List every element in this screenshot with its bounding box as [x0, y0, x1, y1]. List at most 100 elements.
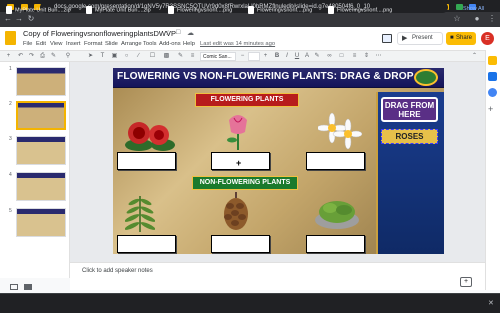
draggable-roses-label[interactable]: ROSES	[381, 129, 438, 144]
tulip-image[interactable]	[225, 112, 251, 150]
slide-thumbnail-5[interactable]	[16, 208, 66, 237]
select-icon[interactable]: ➤	[86, 52, 95, 61]
keep-icon[interactable]	[488, 56, 497, 65]
addons-plus-icon[interactable]: +	[488, 104, 493, 114]
border-weight-icon[interactable]: ≡	[188, 52, 197, 61]
slide-thumbnail-1[interactable]	[16, 67, 66, 96]
drop-box-flowering-1[interactable]	[117, 152, 176, 170]
menu-addons[interactable]: Add-ons	[159, 41, 181, 47]
editing-toolbar: + ↶ ↷ ⎙ ✎ ⚲ ➤ T ▣ ○ ∕ ☐ ▩ ✎ ≡ Comic San.…	[0, 50, 485, 62]
insert-comment-icon[interactable]: □	[337, 52, 346, 61]
download-item[interactable]: MyPlate Unit Bun....zip	[6, 6, 71, 14]
background-icon[interactable]: ▩	[162, 52, 171, 61]
image-icon[interactable]: ▣	[110, 52, 119, 61]
drag-from-here-label[interactable]: DRAG FROM HERE	[381, 97, 438, 122]
explore-icon[interactable]: +	[460, 277, 472, 287]
comments-icon[interactable]	[382, 34, 392, 43]
move-folder-icon[interactable]: □	[176, 29, 180, 36]
reload-icon[interactable]: ↻	[26, 14, 36, 24]
grid-view-icon[interactable]	[10, 284, 18, 290]
zoom-icon[interactable]: ⚲	[62, 52, 74, 61]
border-color-icon[interactable]: ✎	[176, 52, 185, 61]
slide[interactable]: FLOWERING VS NON-FLOWERING PLANTS: DRAG …	[113, 68, 444, 254]
more-icon[interactable]: ⋯	[374, 52, 383, 61]
star-icon[interactable]: ☆	[165, 29, 171, 37]
speaker-notes-placeholder[interactable]: Click to add speaker notes	[82, 268, 153, 274]
line-spacing-icon[interactable]: ⇕	[362, 52, 371, 61]
document-title[interactable]: Copy of FloweringvsnonfloweringplantsDWV…	[23, 29, 176, 38]
menu-edit[interactable]: Edit	[36, 41, 46, 47]
drop-box-nonflowering-1[interactable]	[117, 235, 176, 253]
cloud-status-icon: ☁	[187, 30, 194, 37]
font-size-field[interactable]	[248, 52, 260, 61]
underline-icon[interactable]: U	[293, 52, 301, 61]
collapse-toolbar-icon[interactable]: ⌃	[470, 52, 479, 61]
comment-plus-icon[interactable]: ☐	[148, 52, 157, 61]
italic-icon[interactable]: I	[283, 52, 291, 61]
menu-arrange[interactable]: Arrange	[121, 41, 142, 47]
textbox-icon[interactable]: T	[98, 52, 107, 61]
download-filename: MyPlate Unit Bun....zip	[95, 7, 151, 14]
crosshair-cursor-icon: +	[236, 158, 242, 168]
menu-view[interactable]: View	[50, 41, 62, 47]
decrease-font-icon[interactable]: −	[239, 52, 246, 61]
drop-box-nonflowering-2[interactable]	[211, 235, 270, 253]
slide-title[interactable]: FLOWERING VS NON-FLOWERING PLANTS: DRAG …	[117, 71, 414, 82]
line-icon[interactable]: ∕	[134, 52, 143, 61]
menu-file[interactable]: File	[23, 41, 32, 47]
highlight-icon[interactable]: ✎	[313, 52, 321, 61]
slide-thumbnail-4[interactable]	[16, 172, 66, 201]
redo-icon[interactable]: ↷	[27, 52, 36, 61]
align-icon[interactable]: ≡	[350, 52, 359, 61]
nonflowering-plants-header[interactable]: NON-FLOWERING PLANTS	[192, 176, 298, 190]
moss-image[interactable]	[314, 196, 360, 230]
daisies-image[interactable]	[318, 112, 362, 150]
menu-help[interactable]: Help	[183, 41, 195, 47]
increase-font-icon[interactable]: +	[262, 52, 269, 61]
slide-thumbnail-3[interactable]	[16, 136, 66, 165]
calendar-icon[interactable]	[488, 88, 497, 97]
filmstrip-view-icon[interactable]	[24, 284, 32, 290]
slide-number: 3	[9, 136, 12, 142]
profile-icon[interactable]: ●	[472, 14, 482, 24]
menu-tools[interactable]: Tools	[143, 41, 157, 47]
pinecone-image[interactable]	[220, 192, 252, 232]
roses-image[interactable]	[123, 115, 175, 155]
avatar[interactable]: E	[481, 32, 494, 45]
slide-number: 4	[9, 172, 12, 178]
fern-image[interactable]	[125, 192, 155, 234]
close-icon[interactable]: ✕	[488, 299, 494, 307]
download-item[interactable]: Floweringvsnonf....png	[328, 6, 392, 14]
add-icon[interactable]: +	[4, 52, 13, 61]
share-button[interactable]: ■ Share	[446, 32, 476, 45]
star-icon[interactable]: ☆	[452, 14, 462, 24]
text-color-icon[interactable]: A	[303, 52, 311, 61]
tasks-icon[interactable]	[488, 72, 497, 81]
drop-box-nonflowering-3[interactable]	[306, 235, 365, 253]
show-all-downloads-link[interactable]: Show All	[463, 6, 484, 12]
last-edit-link[interactable]: Last edit was 14 minutes ago	[200, 41, 275, 47]
menu-slide[interactable]: Slide	[105, 41, 118, 47]
download-item[interactable]: MyPlate Unit Bun....zip	[86, 6, 151, 14]
download-item[interactable]: Floweringvsnonf....png	[168, 6, 232, 14]
flowering-plants-header[interactable]: FLOWERING PLANTS	[195, 93, 299, 107]
link-icon[interactable]: ∞	[325, 52, 334, 61]
bold-icon[interactable]: B	[273, 52, 281, 61]
speaker-notes-area[interactable]	[70, 262, 485, 290]
present-button[interactable]: ▶ Present	[397, 32, 443, 45]
font-select[interactable]: Comic San...	[200, 52, 236, 61]
print-icon[interactable]: ⎙	[38, 52, 47, 61]
paint-format-icon[interactable]: ✎	[49, 52, 58, 61]
undo-icon[interactable]: ↶	[16, 52, 25, 61]
slide-thumbnail-2[interactable]	[16, 101, 66, 130]
shape-icon[interactable]: ○	[122, 52, 131, 61]
forward-icon[interactable]: →	[14, 14, 24, 24]
download-item[interactable]: Floweringvsnonf....png	[248, 6, 312, 14]
google-slides-logo-icon[interactable]	[5, 31, 16, 45]
menu-format[interactable]: Format	[84, 41, 102, 47]
kebab-menu-icon[interactable]: ⋮	[487, 14, 497, 24]
drop-box-flowering-3[interactable]	[306, 152, 365, 170]
lock-icon: ■	[450, 35, 454, 41]
back-icon[interactable]: ←	[3, 14, 13, 24]
menu-insert[interactable]: Insert	[66, 41, 81, 47]
